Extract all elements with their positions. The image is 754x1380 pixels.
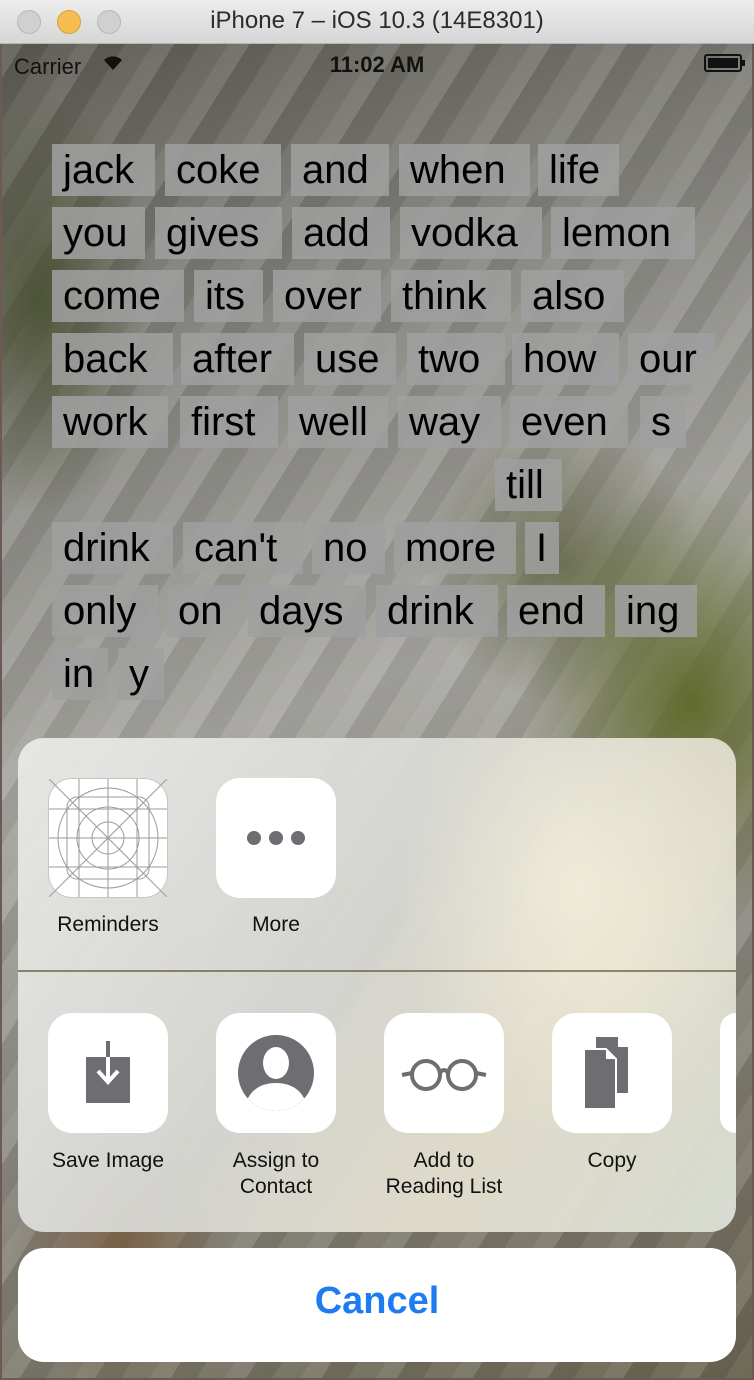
word-tile[interactable]: end (507, 585, 605, 637)
word-tile[interactable]: use (304, 333, 396, 385)
save-image-button[interactable] (48, 1013, 168, 1133)
word-tile[interactable]: first (180, 396, 278, 448)
word-tile[interactable]: in (52, 648, 108, 700)
word-tile[interactable]: way (398, 396, 501, 448)
copy-button[interactable] (552, 1013, 672, 1133)
word-tile[interactable]: more (394, 522, 516, 574)
word-tile[interactable]: our (628, 333, 715, 385)
word-tile[interactable]: after (181, 333, 294, 385)
word-tile[interactable]: y (118, 648, 164, 700)
assign-to-contact-line2: Contact (239, 1175, 313, 1198)
word-tile[interactable]: s (640, 396, 686, 448)
word-tile[interactable]: even (510, 396, 628, 448)
word-tile[interactable]: also (521, 270, 624, 322)
copy-label: Copy (587, 1149, 637, 1172)
word-tile[interactable]: on (167, 585, 238, 637)
cancel-label: Cancel (314, 1280, 440, 1322)
word-tile[interactable]: drink (52, 522, 173, 574)
word-tile[interactable]: lemon (551, 207, 695, 259)
word-tile[interactable]: no (312, 522, 385, 574)
reading-list-line2: Reading List (385, 1175, 503, 1198)
word-tile[interactable]: how (512, 333, 619, 385)
word-tile[interactable]: coke (165, 144, 281, 196)
word-tile[interactable]: you (52, 207, 145, 259)
copy-icon (583, 1037, 628, 1110)
contact-icon (238, 1035, 314, 1111)
ellipsis-icon (247, 831, 305, 845)
simulator-title-bar: iPhone 7 – iOS 10.3 (14E8301) (0, 0, 754, 44)
word-tile[interactable]: vodka (400, 207, 542, 259)
word-tile[interactable]: jack (52, 144, 155, 196)
battery-icon (704, 54, 745, 72)
phone-screen: Carrier 11:02 AM jack coke and when life… (2, 44, 752, 1378)
assign-to-contact-button[interactable] (216, 1013, 336, 1133)
word-tile[interactable]: I (525, 522, 559, 574)
save-image-label: Save Image (51, 1149, 165, 1172)
word-tile[interactable]: ing (615, 585, 697, 637)
word-tile[interactable]: well (288, 396, 388, 448)
cancel-button[interactable]: Cancel (18, 1248, 736, 1362)
word-tile[interactable]: life (538, 144, 619, 196)
word-tile[interactable]: and (291, 144, 389, 196)
assign-to-contact-line1: Assign to (232, 1149, 320, 1172)
word-tile[interactable]: two (407, 333, 505, 385)
add-to-reading-list-button[interactable] (384, 1013, 504, 1133)
word-tile[interactable]: can't (183, 522, 303, 574)
word-tile[interactable]: over (273, 270, 381, 322)
word-tile[interactable]: back (52, 333, 173, 385)
word-tile[interactable]: drink (376, 585, 498, 637)
assign-to-contact-label: Assign to Contact (186, 1148, 366, 1200)
share-sheet: Reminders More Save Image Assign to Cont… (18, 738, 736, 1232)
word-tile[interactable]: days (248, 585, 366, 637)
add-to-reading-list-label: Add to Reading List (354, 1148, 534, 1200)
word-tile[interactable]: only (52, 585, 158, 637)
more-apps-button[interactable] (216, 778, 336, 898)
status-bar: Carrier 11:02 AM (2, 44, 752, 84)
glasses-icon (401, 1059, 487, 1091)
more-label: More (252, 913, 300, 936)
word-tile[interactable]: work (52, 396, 168, 448)
next-action-button-partial[interactable] (720, 1013, 736, 1133)
window-title: iPhone 7 – iOS 10.3 (14E8301) (210, 7, 544, 34)
sheet-divider (18, 970, 736, 972)
word-tile[interactable]: its (194, 270, 263, 322)
word-tile[interactable]: add (292, 207, 390, 259)
word-tile[interactable]: think (391, 270, 511, 322)
word-tile[interactable]: come (52, 270, 184, 322)
reminders-label: Reminders (57, 913, 159, 936)
reading-list-line1: Add to (413, 1149, 475, 1172)
word-tile[interactable]: when (399, 144, 530, 196)
word-tile[interactable]: till (495, 459, 562, 511)
reminders-icon (48, 778, 168, 898)
reminders-app-button[interactable] (48, 778, 168, 898)
word-tile[interactable]: gives (155, 207, 282, 259)
save-image-icon (86, 1041, 130, 1103)
status-time: 11:02 AM (329, 52, 425, 77)
